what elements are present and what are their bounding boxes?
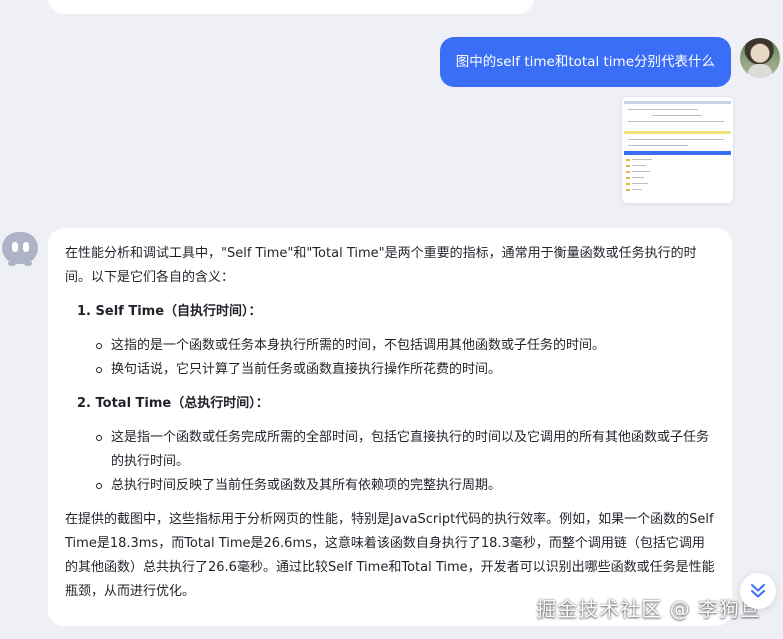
user-avatar-shirt xyxy=(748,64,772,78)
assistant-answer-bubble: 在性能分析和调试工具中，"Self Time"和"Total Time"是两个重… xyxy=(48,228,732,626)
thumbnail-line xyxy=(632,165,646,166)
thumbnail-marker xyxy=(626,183,630,185)
thumbnail-line xyxy=(652,115,702,116)
definition-heading: 2. Total Time（总执行时间）： xyxy=(77,396,269,411)
answer-closing: 在提供的截图中，这些指标用于分析网页的性能，特别是JavaScript代码的执行… xyxy=(65,512,715,599)
answer-definition-list: 1. Self Time（自执行时间）： 这指的是一个函数或任务本身执行所需的时… xyxy=(65,300,716,498)
bot-eye-left xyxy=(12,242,18,252)
thumbnail-line xyxy=(632,183,648,184)
thumbnail-line xyxy=(628,121,724,122)
thumbnail-line xyxy=(628,109,698,110)
thumbnail-line xyxy=(628,145,688,146)
thumbnail-line xyxy=(632,177,644,178)
bot-avatar-icon xyxy=(2,232,38,266)
thumbnail-toolbar xyxy=(624,101,731,104)
definition-item-self-time: 1. Self Time（自执行时间）： 这指的是一个函数或任务本身执行所需的时… xyxy=(77,300,716,382)
user-avatar[interactable] xyxy=(740,38,780,78)
thumbnail-highlight-row xyxy=(624,131,731,134)
definition-bullets: 这指的是一个函数或任务本身执行所需的时间，不包括调用其他函数或子任务的时间。 换… xyxy=(77,334,716,382)
thumbnail-marker xyxy=(626,189,630,191)
scroll-to-bottom-button[interactable] xyxy=(740,573,776,609)
thumbnail-marker xyxy=(626,177,630,179)
previous-message-bubble xyxy=(48,0,534,14)
definition-bullet: 换句话说，它只计算了当前任务或函数直接执行操作所花费的时间。 xyxy=(96,358,716,382)
bot-eye-right xyxy=(23,242,29,252)
user-message-bubble: 图中的self time和total time分别代表什么 xyxy=(439,37,731,87)
thumbnail-marker xyxy=(626,165,630,167)
thumbnail-line xyxy=(628,139,724,140)
thumbnail-marker xyxy=(626,171,630,173)
bot-foot-left xyxy=(8,262,16,266)
watermark: 掘金技术社区 @ 李狗旦 xyxy=(536,597,761,621)
double-chevron-down-icon xyxy=(751,584,765,598)
thumbnail-selected-row xyxy=(624,151,731,155)
definition-bullets: 这是指一个函数或任务完成所需的全部时间，包括它直接执行的时间以及它调用的所有其他… xyxy=(77,426,716,498)
thumbnail-line xyxy=(632,171,650,172)
attached-screenshot-thumbnail[interactable] xyxy=(621,96,734,204)
thumbnail-line xyxy=(632,159,652,160)
definition-item-total-time: 2. Total Time（总执行时间）： 这是指一个函数或任务完成所需的全部时… xyxy=(77,392,716,498)
answer-intro: 在性能分析和调试工具中，"Self Time"和"Total Time"是两个重… xyxy=(65,246,697,285)
definition-heading: 1. Self Time（自执行时间）： xyxy=(77,304,262,319)
user-message-text: 图中的self time和total time分别代表什么 xyxy=(455,54,715,70)
bot-foot-right xyxy=(24,262,32,266)
thumbnail-line xyxy=(632,189,642,190)
definition-bullet: 总执行时间反映了当前任务或函数及其所有依赖项的完整执行周期。 xyxy=(96,474,716,498)
definition-bullet: 这是指一个函数或任务完成所需的全部时间，包括它直接执行的时间以及它调用的所有其他… xyxy=(96,426,716,474)
thumbnail-marker xyxy=(626,159,630,161)
definition-bullet: 这指的是一个函数或任务本身执行所需的时间，不包括调用其他函数或子任务的时间。 xyxy=(96,334,716,358)
